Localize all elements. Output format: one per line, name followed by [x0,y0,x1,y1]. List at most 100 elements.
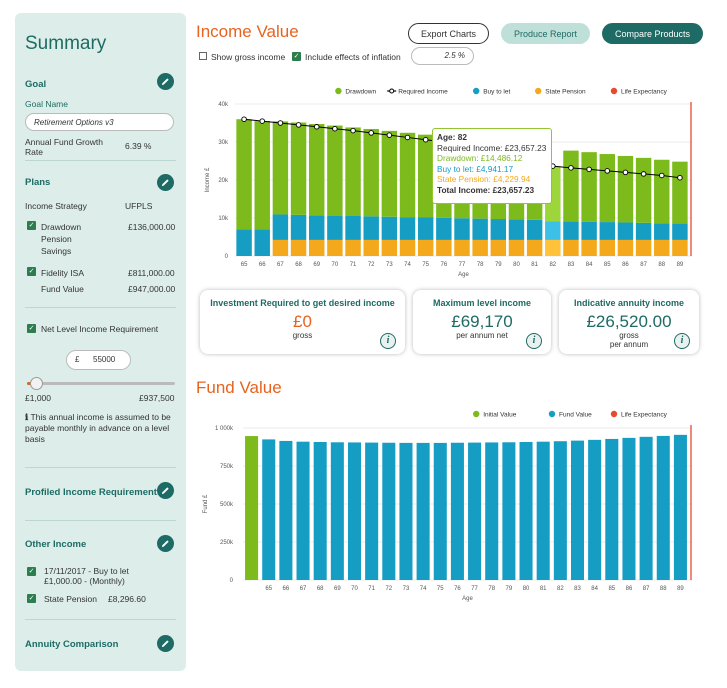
annuity-income-card: Indicative annuity income £26,520.00 gro… [559,290,699,354]
x-tick-label: 77 [459,262,466,268]
bar-buy-to-let [563,221,579,240]
bar-drawdown [327,125,343,216]
x-tick-label: 86 [626,586,633,592]
investment-required-card: Investment Required to get desired incom… [200,290,405,354]
bar-state-pension [617,239,634,256]
legend-marker [610,87,618,95]
drawdown-checkbox[interactable]: ✓ [27,221,36,230]
edit-goal-button[interactable] [157,73,174,90]
y-tick-label: 20k [218,178,229,184]
growth-rate-label: Annual Fund Growth Rate [25,137,103,157]
x-tick-label: 73 [386,262,393,268]
produce-report-button[interactable]: Produce Report [501,23,590,44]
divider [25,307,176,308]
edit-other-income-button[interactable] [157,535,174,552]
income-amount-input[interactable]: £ 55000 [66,350,131,370]
legend-label: Required Income [398,89,448,96]
bar-fund-value [365,442,379,580]
bar-buy-to-let [381,216,398,240]
bar-initial-value [245,436,259,580]
maximum-income-card: Maximum level income £69,170 per annum n… [413,290,551,354]
bar-fund-value [296,441,310,580]
x-tick-label: 84 [591,586,598,592]
divider [25,520,176,521]
x-axis-label: Age [462,596,473,602]
income-amount-value: 55000 [93,355,116,364]
bar-state-pension [363,239,379,256]
legend-marker [535,87,542,95]
buy-to-let-checkbox[interactable]: ✓ [27,567,36,576]
bar-state-pension [436,239,452,256]
x-tick-label: 85 [604,262,611,268]
required-income-point [640,171,647,177]
bar-drawdown [599,154,615,223]
info-icon[interactable]: i [380,333,396,349]
bar-buy-to-let [436,217,452,240]
y-tick-label: 10k [218,216,229,222]
bar-fund-value [622,437,636,580]
x-tick-label: 75 [422,262,429,268]
bar-buy-to-let [672,223,688,240]
export-charts-button[interactable]: Export Charts [408,23,489,44]
state-pension-checkbox[interactable]: ✓ [27,594,36,603]
bar-buy-to-let [454,218,470,240]
x-tick-label: 82 [549,262,556,268]
bar-fund-value [605,438,619,580]
x-tick-label: 71 [368,586,375,592]
income-strategy-value: UFPLS [125,201,153,211]
income-slider-track[interactable] [27,382,175,385]
bar-fund-value [347,442,362,580]
x-tick-label: 66 [283,586,290,592]
x-tick-label: 80 [513,262,520,268]
bar-buy-to-let [545,221,561,240]
bar-drawdown [254,121,270,230]
inflation-rate-input[interactable]: 2.5 % [411,47,474,65]
required-income-point [404,134,411,141]
legend-marker [473,87,480,95]
bar-fund-value [262,439,276,580]
bar-buy-to-let [272,214,289,240]
plan-item-value: £136,000.00 [128,222,176,232]
pencil-icon [161,179,169,187]
net-level-income-checkbox[interactable]: ✓ [27,324,36,333]
income-slider-handle[interactable] [29,377,43,390]
income-strategy-label: Income Strategy [25,201,87,211]
income-note-text: This annual income is assumed to be paya… [25,412,171,444]
bar-buy-to-let [472,218,488,240]
x-tick-label: 78 [488,586,495,592]
x-tick-label: 65 [265,586,272,592]
x-tick-label: 81 [540,586,547,592]
fidelity-isa-checkbox[interactable]: ✓ [27,267,36,276]
legend-label: Initial Value [483,412,517,419]
goal-name-input[interactable]: Retirement Options v3 [25,113,174,131]
annuity-comparison-heading: Annuity Comparison [25,639,119,650]
edit-annuity-button[interactable] [157,635,174,652]
card-title: Maximum level income [432,298,532,308]
x-tick-label: 86 [622,262,629,268]
bar-fund-value [416,442,430,580]
required-income-point [386,132,393,138]
legend-marker [473,410,480,418]
income-value-title: Income Value [196,22,299,41]
bar-state-pension [399,239,416,256]
edit-profiled-income-button[interactable] [157,482,174,499]
bar-fund-value [588,439,602,580]
info-icon[interactable]: i [526,333,542,349]
x-tick-label: 73 [403,586,410,592]
x-tick-label: 84 [586,262,593,268]
bar-state-pension [635,239,652,256]
chart-tooltip: Age: 82 Required Income: £23,657.23 Draw… [432,128,552,204]
divider [25,619,176,620]
bar-drawdown [363,128,379,217]
x-tick-label: 70 [351,586,358,592]
compare-products-button[interactable]: Compare Products [602,23,703,44]
legend-label: Life Expectancy [621,89,668,96]
inflation-checkbox[interactable]: ✓ [292,52,301,61]
income-requirement-label: Net Level Income Requirement [41,324,159,334]
legend-marker [548,410,556,418]
gross-income-checkbox[interactable] [199,52,207,60]
edit-plans-button[interactable] [157,174,174,191]
info-icon[interactable]: i [674,333,690,349]
legend-label: Fund Value [559,412,592,419]
bar-drawdown [399,132,416,218]
